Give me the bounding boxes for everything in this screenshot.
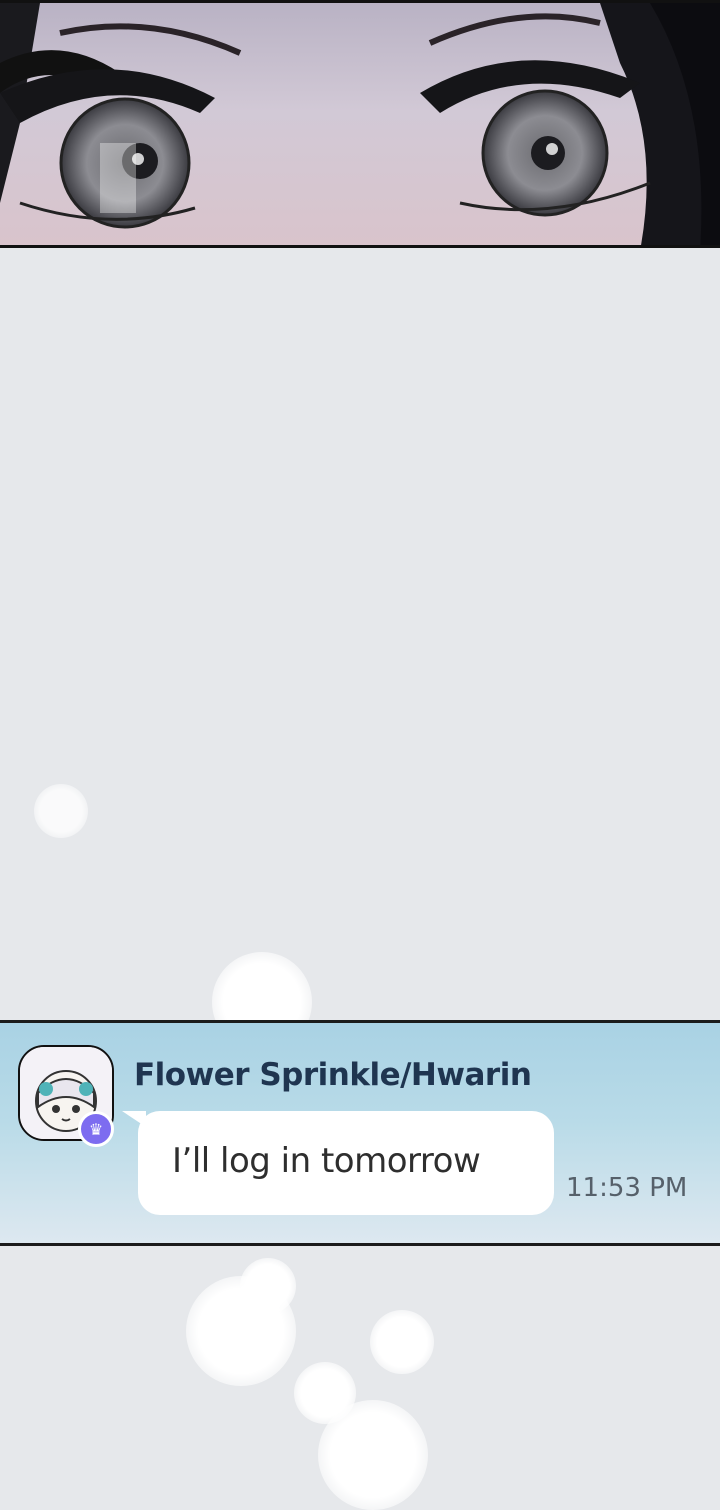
bokeh-light [318,1400,428,1510]
comic-page: ♛ Flower Sprinkle/Hwarin I’ll log in tom… [0,0,720,1510]
chat-message-panel: ♛ Flower Sprinkle/Hwarin I’ll log in tom… [0,1020,720,1246]
eyes-panel-illustration [0,0,720,248]
crown-icon: ♛ [78,1111,114,1147]
bokeh-light [34,784,88,838]
bokeh-light [240,1258,296,1314]
eyes-illustration-icon [0,3,720,245]
message-timestamp: 11:53 PM [566,1173,688,1203]
bokeh-light [370,1310,434,1374]
message-text: I’ll log in tomorrow [172,1141,481,1181]
sender-name: Flower Sprinkle/Hwarin [134,1057,532,1093]
message-bubble[interactable]: I’ll log in tomorrow [138,1111,554,1215]
